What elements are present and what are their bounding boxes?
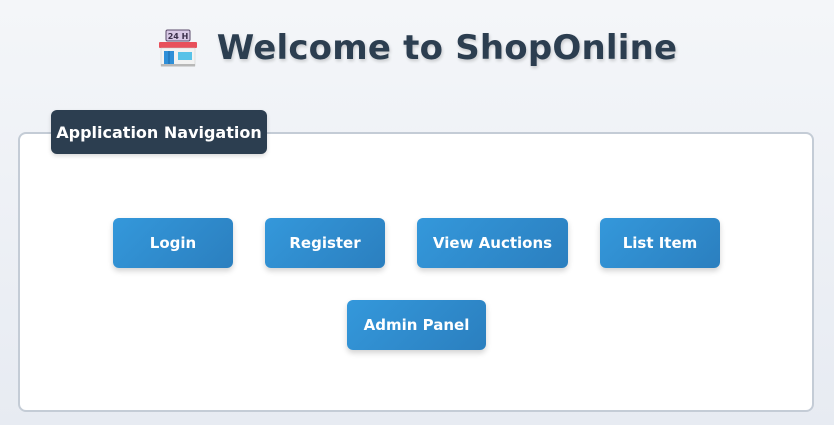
register-button[interactable]: Register bbox=[265, 218, 385, 268]
navigation-panel bbox=[18, 132, 814, 412]
list-item-button[interactable]: List Item bbox=[600, 218, 720, 268]
page-title: Welcome to ShopOnline bbox=[216, 28, 678, 68]
view-auctions-button[interactable]: View Auctions bbox=[417, 218, 568, 268]
panel-legend: Application Navigation bbox=[51, 110, 267, 154]
store-sign-text: 24 H bbox=[167, 32, 188, 41]
page-header: 24 H Welcome to ShopOnline bbox=[0, 22, 834, 74]
login-button[interactable]: Login bbox=[113, 218, 233, 268]
convenience-store-icon: 24 H bbox=[158, 29, 197, 67]
admin-panel-button[interactable]: Admin Panel bbox=[347, 300, 486, 350]
